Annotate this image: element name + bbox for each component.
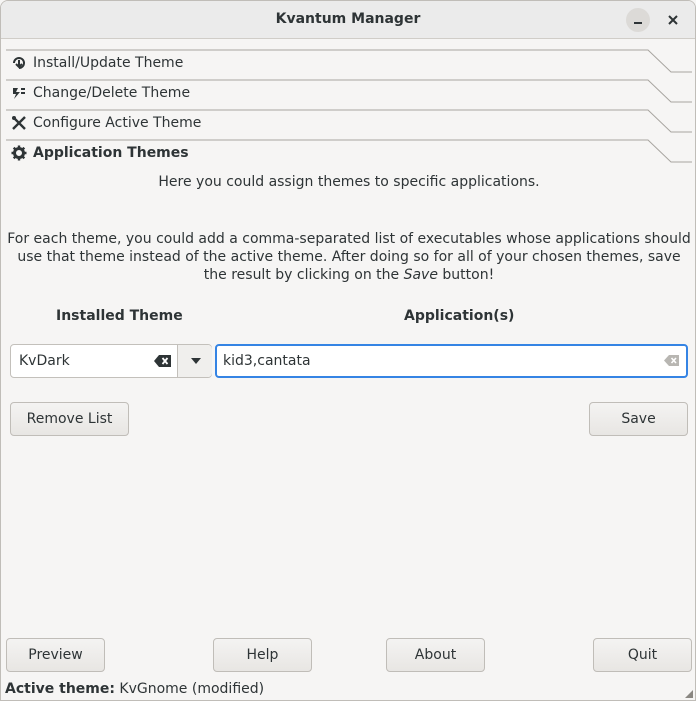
minimize-button[interactable] [626, 8, 650, 32]
preview-button[interactable]: Preview [6, 638, 105, 672]
section-change-delete[interactable]: Change/Delete Theme [6, 79, 692, 109]
active-theme-value: KvGnome (modified) [114, 681, 265, 697]
installed-theme-header: Installed Theme [56, 308, 183, 324]
change-icon [13, 88, 25, 99]
selected-theme: KvDark [19, 353, 70, 369]
section-configure-active[interactable]: Configure Active Theme [6, 109, 692, 139]
section-install-update[interactable]: Install/Update Theme [6, 49, 692, 79]
window-title: Kvantum Manager [275, 11, 421, 27]
description-part: button! [437, 267, 495, 283]
install-icon [13, 57, 25, 69]
remove-list-button[interactable]: Remove List [10, 402, 129, 436]
chevron-down-icon [191, 358, 201, 364]
tools-icon [12, 116, 26, 130]
clear-text-icon[interactable] [664, 354, 680, 367]
close-icon [668, 15, 678, 25]
section-application-themes[interactable]: Application Themes [6, 139, 692, 169]
gear-icon [11, 145, 27, 161]
minimize-icon [634, 22, 642, 24]
section-label: Configure Active Theme [33, 115, 202, 131]
clear-icon[interactable] [154, 354, 172, 368]
title-bar: Kvantum Manager [1, 1, 695, 39]
section-label: Application Themes [33, 145, 189, 161]
section-label: Change/Delete Theme [33, 85, 191, 101]
quit-button[interactable]: Quit [593, 638, 692, 672]
help-button[interactable]: Help [213, 638, 312, 672]
description-text: For each theme, you could add a comma-se… [7, 230, 691, 284]
theme-combobox[interactable]: KvDark [10, 344, 212, 378]
about-button[interactable]: About [386, 638, 485, 672]
kvantum-window: Kvantum Manager Install/Update Theme Cha… [0, 0, 696, 701]
dropdown-button[interactable] [178, 345, 212, 377]
resize-grip-icon[interactable] [685, 690, 693, 698]
applications-input[interactable] [215, 344, 688, 378]
save-button[interactable]: Save [589, 402, 688, 436]
description-part: For each theme, you could add a comma-se… [7, 231, 691, 283]
close-button[interactable] [661, 8, 685, 32]
intro-text: Here you could assign themes to specific… [158, 174, 540, 190]
description-emphasis: Save [403, 267, 438, 283]
status-bar: Active theme: KvGnome (modified) [5, 681, 264, 697]
section-label: Install/Update Theme [33, 55, 184, 71]
applications-header: Application(s) [404, 308, 515, 324]
status-label: Active theme: [5, 681, 115, 697]
